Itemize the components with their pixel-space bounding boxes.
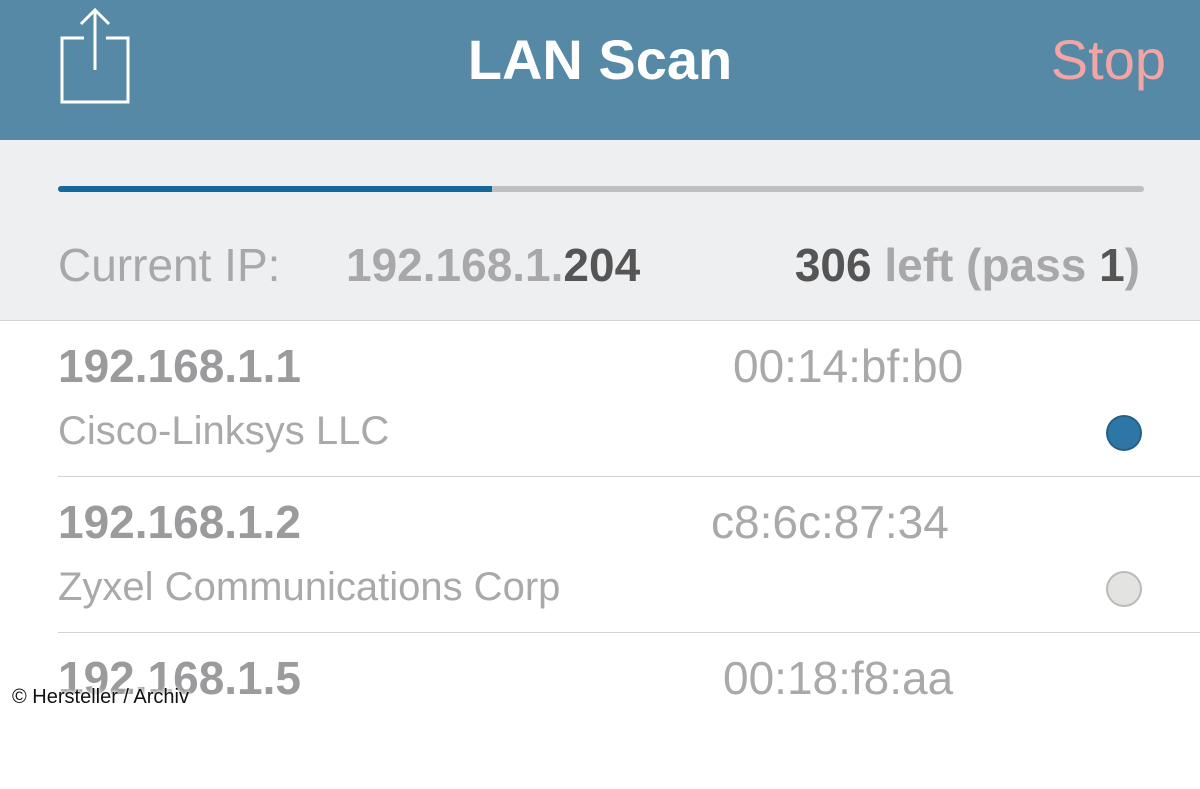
- device-ip: 192.168.1.1: [58, 340, 302, 392]
- current-ip-value: 192.168.1.204: [346, 238, 640, 292]
- navigation-bar: LAN Scan Stop: [0, 0, 1200, 140]
- device-ip: 192.168.1.2: [58, 496, 302, 548]
- device-mac: 00:18:f8:aa: [723, 652, 954, 704]
- scan-status-panel: Current IP: 192.168.1.204 306 left (pass…: [0, 140, 1200, 321]
- device-row[interactable]: 192.168.1.2 c8:6c:87:34 Zyxel Communicat…: [0, 477, 1200, 633]
- remaining-text: left (pass: [871, 239, 1100, 291]
- pass-number: 1: [1099, 239, 1125, 291]
- current-ip-label: Current IP:: [58, 239, 281, 291]
- status-indicator: [1106, 571, 1142, 607]
- device-mac: c8:6c:87:34: [711, 496, 949, 548]
- current-ip-prefix: 192.168.1.: [346, 239, 564, 291]
- remaining-count: 306 left (pass 1): [795, 238, 1140, 292]
- copyright-watermark: © Hersteller / Archiv: [12, 686, 190, 708]
- device-vendor: Cisco-Linksys LLC: [58, 409, 390, 453]
- device-row[interactable]: 192.168.1.5 00:18:f8:aa: [0, 633, 1200, 789]
- device-row[interactable]: 192.168.1.1 00:14:bf:b0 Cisco-Linksys LL…: [0, 321, 1200, 477]
- device-list: 192.168.1.1 00:14:bf:b0 Cisco-Linksys LL…: [0, 321, 1200, 789]
- status-indicator: [1106, 415, 1142, 451]
- scan-progress-bar: [58, 186, 1144, 192]
- current-ip-suffix: 204: [563, 239, 641, 291]
- close-paren: ): [1124, 239, 1140, 291]
- device-mac: 00:14:bf:b0: [733, 340, 964, 392]
- page-title: LAN Scan: [467, 28, 733, 91]
- scan-progress-fill: [58, 186, 493, 192]
- remaining-number: 306: [794, 239, 872, 291]
- stop-button[interactable]: Stop: [1051, 0, 1166, 120]
- device-vendor: Zyxel Communications Corp: [58, 565, 561, 609]
